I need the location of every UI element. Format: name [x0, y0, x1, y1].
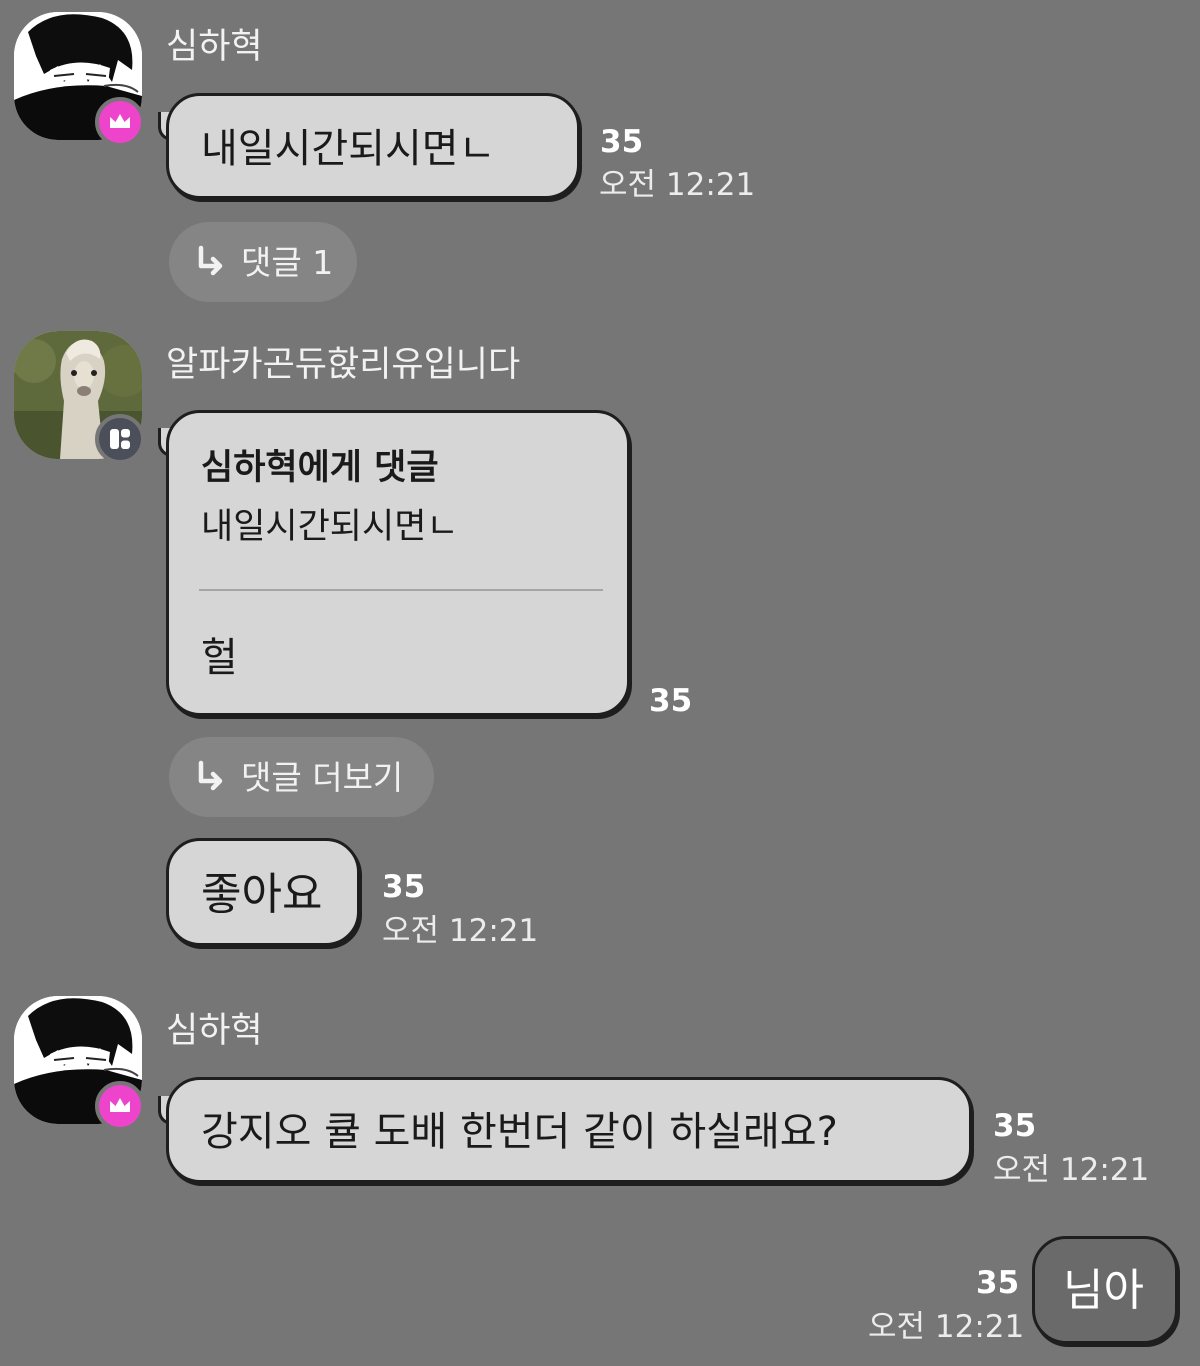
read-count: 35	[600, 124, 644, 160]
reply-count-button[interactable]: 댓글 1	[169, 222, 357, 302]
more-replies-label: 댓글 더보기	[241, 757, 404, 797]
read-count: 35	[382, 869, 426, 905]
read-count: 35	[649, 683, 693, 719]
message-text: 헐	[201, 635, 238, 681]
my-message-text: 님아	[1063, 1265, 1144, 1316]
timestamp: 오전 12:21	[382, 913, 539, 949]
reply-count-label: 댓글 1	[241, 242, 334, 282]
quote-divider	[199, 589, 603, 591]
sender-name: 심하혁	[166, 27, 263, 67]
message-text: 좋아요	[201, 869, 323, 920]
owner-badge	[95, 97, 145, 147]
timestamp: 오전 12:21	[599, 167, 756, 203]
quoted-message-text: 내일시간되시면ㄴ	[201, 507, 459, 547]
my-message-bubble[interactable]: 님아	[1032, 1236, 1178, 1344]
owner-badge	[95, 1081, 145, 1131]
read-count: 35	[976, 1265, 1020, 1301]
reply-message-bubble[interactable]: 심하혁에게 댓글 내일시간되시면ㄴ 헐	[166, 410, 630, 716]
more-replies-button[interactable]: 댓글 더보기	[169, 737, 434, 817]
sender-name: 알파카곤듀핝리유입니다	[166, 345, 521, 385]
message-text: 강지오 큘 도배 한번더 같이 하실래요?	[201, 1109, 838, 1155]
sender-name: 심하혁	[166, 1011, 263, 1051]
timestamp: 오전 12:21	[993, 1152, 1150, 1188]
message-bubble[interactable]: 강지오 큘 도배 한번더 같이 하실래요?	[166, 1077, 972, 1183]
message-bubble[interactable]: 내일시간되시면ㄴ	[166, 93, 580, 199]
reply-arrow-icon	[198, 760, 223, 791]
message-text: 내일시간되시면ㄴ	[201, 126, 496, 172]
timestamp: 오전 12:21	[868, 1309, 1025, 1345]
crown-icon	[110, 1098, 130, 1112]
reply-to-label: 심하혁에게 댓글	[201, 448, 439, 488]
reply-arrow-icon	[198, 245, 223, 276]
message-bubble[interactable]: 좋아요	[166, 838, 360, 946]
manager-icon	[110, 429, 130, 449]
read-count: 35	[993, 1108, 1037, 1144]
manager-badge	[95, 414, 145, 464]
crown-icon	[110, 114, 130, 128]
